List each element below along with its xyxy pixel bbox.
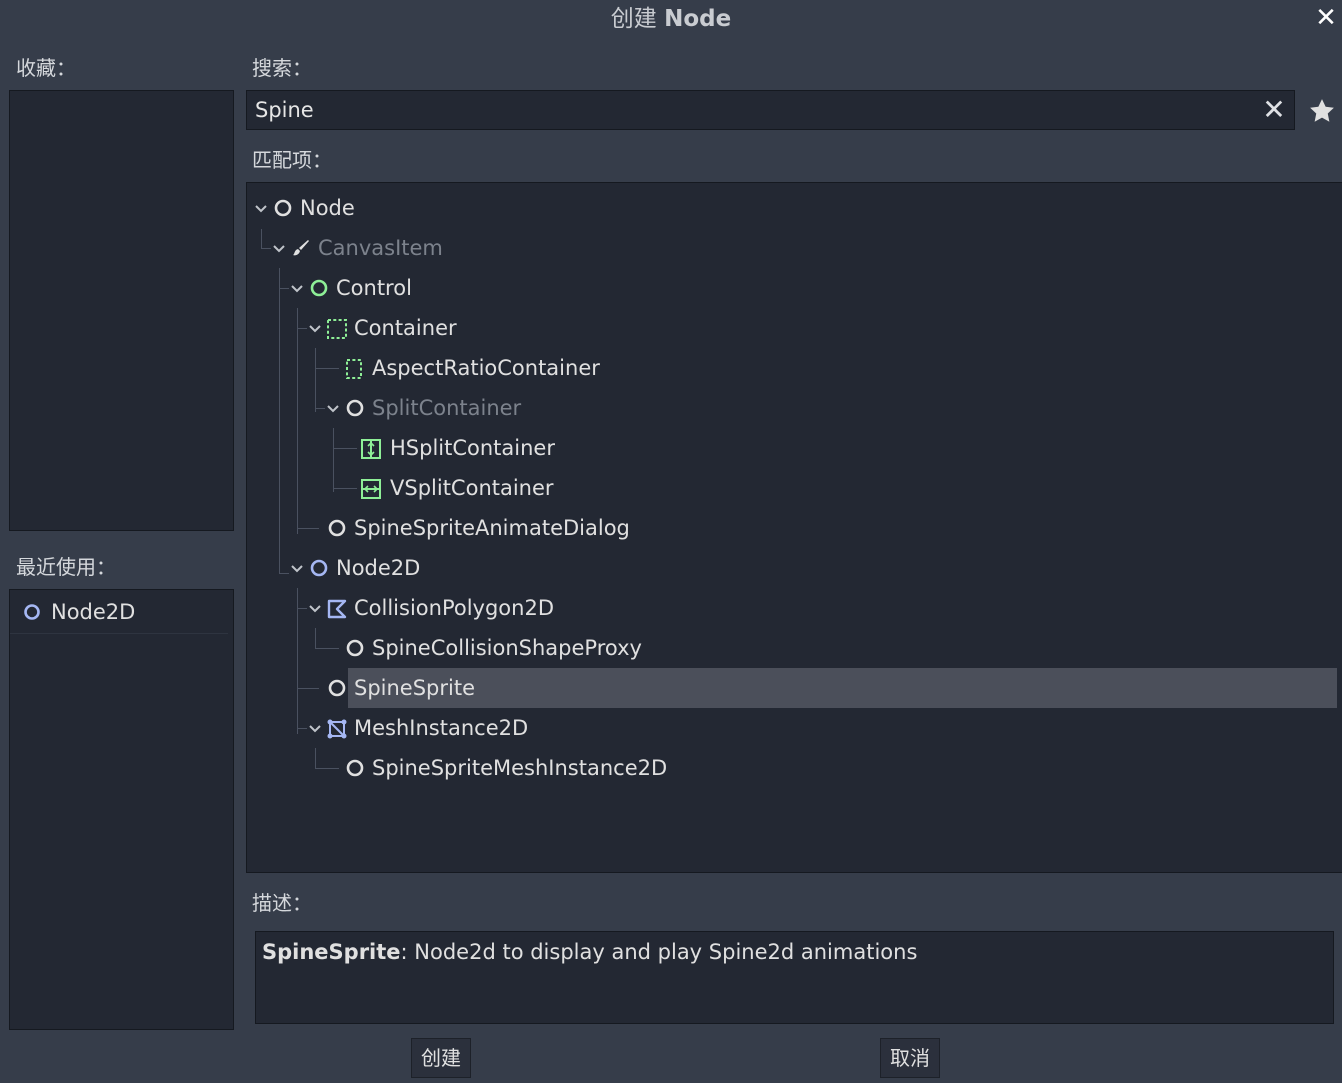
tree-item-splitcontainer[interactable]: SplitContainer bbox=[324, 388, 724, 428]
chevron-down-icon[interactable] bbox=[308, 322, 322, 336]
brush-icon bbox=[293, 240, 309, 256]
tree-item-spinesprite[interactable]: SpineSprite bbox=[306, 668, 706, 708]
favorites-list[interactable] bbox=[9, 90, 234, 531]
tree-item-canvasitem[interactable]: CanvasItem bbox=[270, 228, 670, 268]
chevron-down-icon[interactable] bbox=[308, 602, 322, 616]
description-panel: SpineSprite: Node2d to display and play … bbox=[255, 931, 1334, 1024]
description-text: : Node2d to display and play Spine2d ani… bbox=[400, 940, 918, 964]
aspect-ratio-container-icon bbox=[346, 359, 362, 379]
tree-item-label: Control bbox=[336, 276, 412, 300]
control-circle-icon bbox=[310, 279, 328, 297]
close-icon: ✕ bbox=[1262, 93, 1286, 126]
collision-polygon-icon bbox=[327, 599, 347, 619]
tree-item-container[interactable]: Container bbox=[306, 308, 706, 348]
node2d-circle-icon bbox=[24, 604, 40, 620]
recent-item-node2d[interactable]: Node2D bbox=[10, 590, 228, 634]
dialog-title-prefix: 创建 bbox=[610, 6, 657, 32]
description-node-name: SpineSprite bbox=[262, 940, 401, 964]
node-circle-icon bbox=[328, 519, 346, 537]
tree-item-label: Node2D bbox=[336, 556, 421, 580]
chevron-down-icon[interactable] bbox=[290, 562, 304, 576]
close-icon: ✕ bbox=[1315, 3, 1337, 33]
node-circle-icon bbox=[346, 639, 364, 657]
tree-item-label: MeshInstance2D bbox=[354, 716, 529, 740]
chevron-down-icon[interactable] bbox=[290, 282, 304, 296]
search-label: 搜索： bbox=[252, 56, 312, 80]
tree-item-spinespritemeshinstance2d[interactable]: SpineSpriteMeshInstance2D bbox=[324, 748, 724, 788]
tree-item-node2d[interactable]: Node2D bbox=[288, 548, 688, 588]
node2d-circle-icon bbox=[310, 559, 328, 577]
node-circle-icon bbox=[274, 199, 292, 217]
chevron-down-icon[interactable] bbox=[308, 722, 322, 736]
favorites-label: 收藏： bbox=[16, 56, 76, 80]
tree-item-spinecollisionshapeproxy[interactable]: SpineCollisionShapeProxy bbox=[324, 628, 724, 668]
tree-item-label: CollisionPolygon2D bbox=[354, 596, 554, 620]
chevron-down-icon[interactable] bbox=[254, 202, 268, 216]
tree-item-label: Node bbox=[300, 196, 355, 220]
create-button[interactable]: 创建 bbox=[411, 1038, 471, 1078]
tree-item-vsplitcontainer[interactable]: VSplitContainer bbox=[342, 468, 742, 508]
tree-item-label: CanvasItem bbox=[318, 236, 443, 260]
tree-item-hsplitcontainer[interactable]: HSplitContainer bbox=[342, 428, 742, 468]
tree-item-label: SplitContainer bbox=[372, 396, 522, 420]
recent-item-label: Node2D bbox=[51, 600, 136, 624]
tree-item-label: AspectRatioContainer bbox=[372, 356, 600, 380]
vsplit-container-icon bbox=[361, 479, 381, 499]
tree-item-spinespriteanimatedialog[interactable]: SpineSpriteAnimateDialog bbox=[306, 508, 706, 548]
node-circle-icon bbox=[346, 399, 364, 417]
mesh-instance-icon bbox=[327, 719, 347, 739]
tree-item-aspectratiocontainer[interactable]: AspectRatioContainer bbox=[324, 348, 724, 388]
close-button[interactable]: ✕ bbox=[1312, 4, 1340, 32]
dialog-title-node: Node bbox=[664, 6, 732, 32]
tree-item-label: HSplitContainer bbox=[390, 436, 555, 460]
chevron-down-icon[interactable] bbox=[272, 242, 286, 256]
favorite-star-icon[interactable] bbox=[1307, 96, 1337, 126]
recent-label: 最近使用： bbox=[16, 555, 116, 579]
tree-item-control[interactable]: Control bbox=[288, 268, 688, 308]
container-icon bbox=[327, 319, 347, 339]
description-label: 描述： bbox=[252, 891, 312, 915]
node-circle-icon bbox=[346, 759, 364, 777]
cancel-button[interactable]: 取消 bbox=[880, 1038, 940, 1078]
tree-item-label: SpineSpriteAnimateDialog bbox=[354, 516, 630, 540]
node-circle-icon bbox=[328, 679, 346, 697]
matches-label: 匹配项： bbox=[252, 148, 332, 172]
tree-item-label: SpineSpriteMeshInstance2D bbox=[372, 756, 668, 780]
tree-item-meshinstance2d[interactable]: MeshInstance2D bbox=[306, 708, 706, 748]
recent-list[interactable] bbox=[9, 589, 234, 1030]
search-input[interactable]: Spine bbox=[246, 90, 1295, 130]
chevron-down-icon[interactable] bbox=[326, 402, 340, 416]
tree-item-label: Container bbox=[354, 316, 457, 340]
dialog-title: 创建 Node bbox=[0, 0, 1342, 38]
tree-item-label: SpineCollisionShapeProxy bbox=[372, 636, 642, 660]
tree-item-label: SpineSprite bbox=[354, 676, 476, 700]
clear-search-button[interactable]: ✕ bbox=[1258, 94, 1290, 126]
tree-item-node[interactable]: Node bbox=[252, 188, 652, 228]
tree-item-label: VSplitContainer bbox=[390, 476, 554, 500]
hsplit-container-icon bbox=[361, 439, 381, 459]
tree-item-collisionpolygon2d[interactable]: CollisionPolygon2D bbox=[306, 588, 706, 628]
